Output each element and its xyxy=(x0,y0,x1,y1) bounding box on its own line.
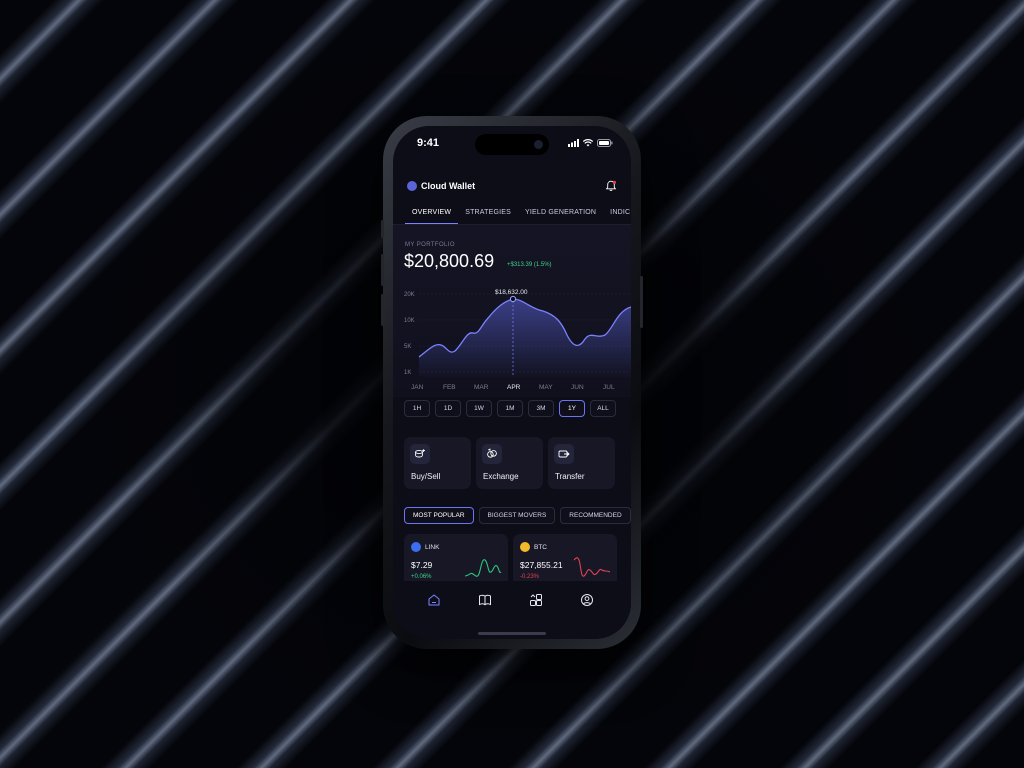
coin-head: BTC xyxy=(520,542,547,552)
battery-icon xyxy=(597,139,613,147)
range-1m-button[interactable]: 1M xyxy=(497,400,523,417)
chart-area-fill xyxy=(419,299,631,377)
camera-icon xyxy=(534,140,543,149)
filter-biggest-movers[interactable]: BIGGEST MOVERS xyxy=(478,507,556,524)
dynamic-island xyxy=(475,134,549,155)
exchange-button[interactable]: Exchange xyxy=(476,437,543,489)
filter-recommended[interactable]: RECOMMENDED xyxy=(560,507,631,524)
portfolio-label: MY PORTFOLIO xyxy=(405,242,455,248)
nav-apps[interactable] xyxy=(527,591,545,609)
phone-action-button xyxy=(381,220,384,238)
x-tick-jun: JUN xyxy=(571,384,584,391)
status-bar: 9:41 xyxy=(393,126,631,162)
sparkline-down xyxy=(573,557,611,577)
x-tick-may: MAY xyxy=(539,384,553,391)
portfolio-chart[interactable]: 20K 10K 5K 1K $18,632.00 JAN FEB MAR APR… xyxy=(393,285,631,397)
transfer-label: Transfer xyxy=(555,472,585,481)
tab-yield-generation[interactable]: YIELD GENERATION xyxy=(518,204,603,224)
sparkline-up xyxy=(464,559,502,577)
y-tick-5k: 5K xyxy=(404,344,411,350)
chainlink-logo-icon xyxy=(411,542,421,552)
buy-sell-label: Buy/Sell xyxy=(411,472,441,481)
bottom-nav xyxy=(393,581,631,639)
coin-head: LINK xyxy=(411,542,439,552)
profile-icon xyxy=(581,594,593,606)
bitcoin-logo-icon xyxy=(520,542,530,552)
x-tick-jan: JAN xyxy=(411,384,424,391)
tab-indices[interactable]: INDIC xyxy=(603,204,631,224)
book-icon xyxy=(479,594,491,606)
nav-profile[interactable] xyxy=(578,591,596,609)
brand: Cloud Wallet xyxy=(407,181,475,191)
market-filter-tabs: MOST POPULAR BIGGEST MOVERS RECOMMENDED xyxy=(404,507,631,524)
tab-bar: OVERVIEW STRATEGIES YIELD GENERATION IND… xyxy=(405,204,631,224)
transfer-icon xyxy=(554,444,574,464)
coin-card-btc[interactable]: BTC $27,855.21 -0.23% xyxy=(513,534,617,587)
coin-price: $7.29 xyxy=(411,560,433,570)
x-tick-jul: JUL xyxy=(603,384,615,391)
cloud-logo-icon xyxy=(407,181,417,191)
x-tick-apr: APR xyxy=(507,384,521,391)
phone-screen: 9:41 Cloud Wallet OVERVIEW STRATEGIES YI xyxy=(393,126,631,639)
range-1w-button[interactable]: 1W xyxy=(466,400,492,417)
phone-volume-up-button xyxy=(381,254,384,286)
tab-overview[interactable]: OVERVIEW xyxy=(405,204,459,224)
signal-icon xyxy=(568,139,579,147)
highlight-point[interactable] xyxy=(509,295,517,303)
filter-most-popular[interactable]: MOST POPULAR xyxy=(404,507,474,524)
phone-volume-down-button xyxy=(381,294,384,326)
coin-price: $27,855.21 xyxy=(520,560,563,570)
coin-change: +0.06% xyxy=(411,574,432,580)
nav-home[interactable] xyxy=(425,591,443,609)
coin-ticker: LINK xyxy=(425,543,440,551)
coin-change: -0.23% xyxy=(520,574,540,580)
transfer-button[interactable]: Transfer xyxy=(548,437,615,489)
range-3m-button[interactable]: 3M xyxy=(528,400,554,417)
wifi-icon xyxy=(583,139,593,147)
home-icon xyxy=(428,594,440,606)
phone-frame: 9:41 Cloud Wallet OVERVIEW STRATEGIES YI xyxy=(381,116,643,649)
x-tick-feb: FEB xyxy=(443,384,456,391)
coins-icon xyxy=(410,444,430,464)
portfolio-change: +$313.39 (1.5%) xyxy=(507,262,552,268)
range-1h-button[interactable]: 1H xyxy=(404,400,430,417)
portfolio-panel: MY PORTFOLIO $20,800.69 +$313.39 (1.5%) … xyxy=(393,225,631,397)
buy-sell-button[interactable]: Buy/Sell xyxy=(404,437,471,489)
app-header: Cloud Wallet xyxy=(407,176,617,196)
portfolio-value: $20,800.69 xyxy=(404,251,495,271)
home-indicator[interactable] xyxy=(478,632,546,635)
exchange-icon xyxy=(482,444,502,464)
range-1y-button[interactable]: 1Y xyxy=(559,400,585,417)
exchange-label: Exchange xyxy=(483,472,519,481)
x-tick-mar: MAR xyxy=(474,384,489,391)
y-tick-1k: 1K xyxy=(404,370,411,376)
coin-list: LINK $7.29 +0.06% BTC $27,855.21 -0.23% xyxy=(404,534,617,587)
status-time: 9:41 xyxy=(417,137,440,149)
range-1d-button[interactable]: 1D xyxy=(435,400,461,417)
y-tick-20k: 20K xyxy=(404,292,415,298)
phone-power-button xyxy=(640,276,643,328)
highlight-label: $18,632.00 xyxy=(495,289,528,296)
time-range-selector: 1H 1D 1W 1M 3M 1Y ALL xyxy=(404,400,616,417)
nav-learn[interactable] xyxy=(476,591,494,609)
tab-strategies[interactable]: STRATEGIES xyxy=(458,204,518,224)
y-tick-10k: 10K xyxy=(404,318,415,324)
range-all-button[interactable]: ALL xyxy=(590,400,616,417)
status-icons xyxy=(568,138,613,148)
coin-ticker: BTC xyxy=(534,543,547,551)
apps-icon xyxy=(530,594,542,606)
app-name: Cloud Wallet xyxy=(421,181,476,191)
bell-icon[interactable] xyxy=(605,180,617,192)
coin-card-link[interactable]: LINK $7.29 +0.06% xyxy=(404,534,508,587)
quick-actions: Buy/Sell Exchange Transfer xyxy=(404,437,615,489)
